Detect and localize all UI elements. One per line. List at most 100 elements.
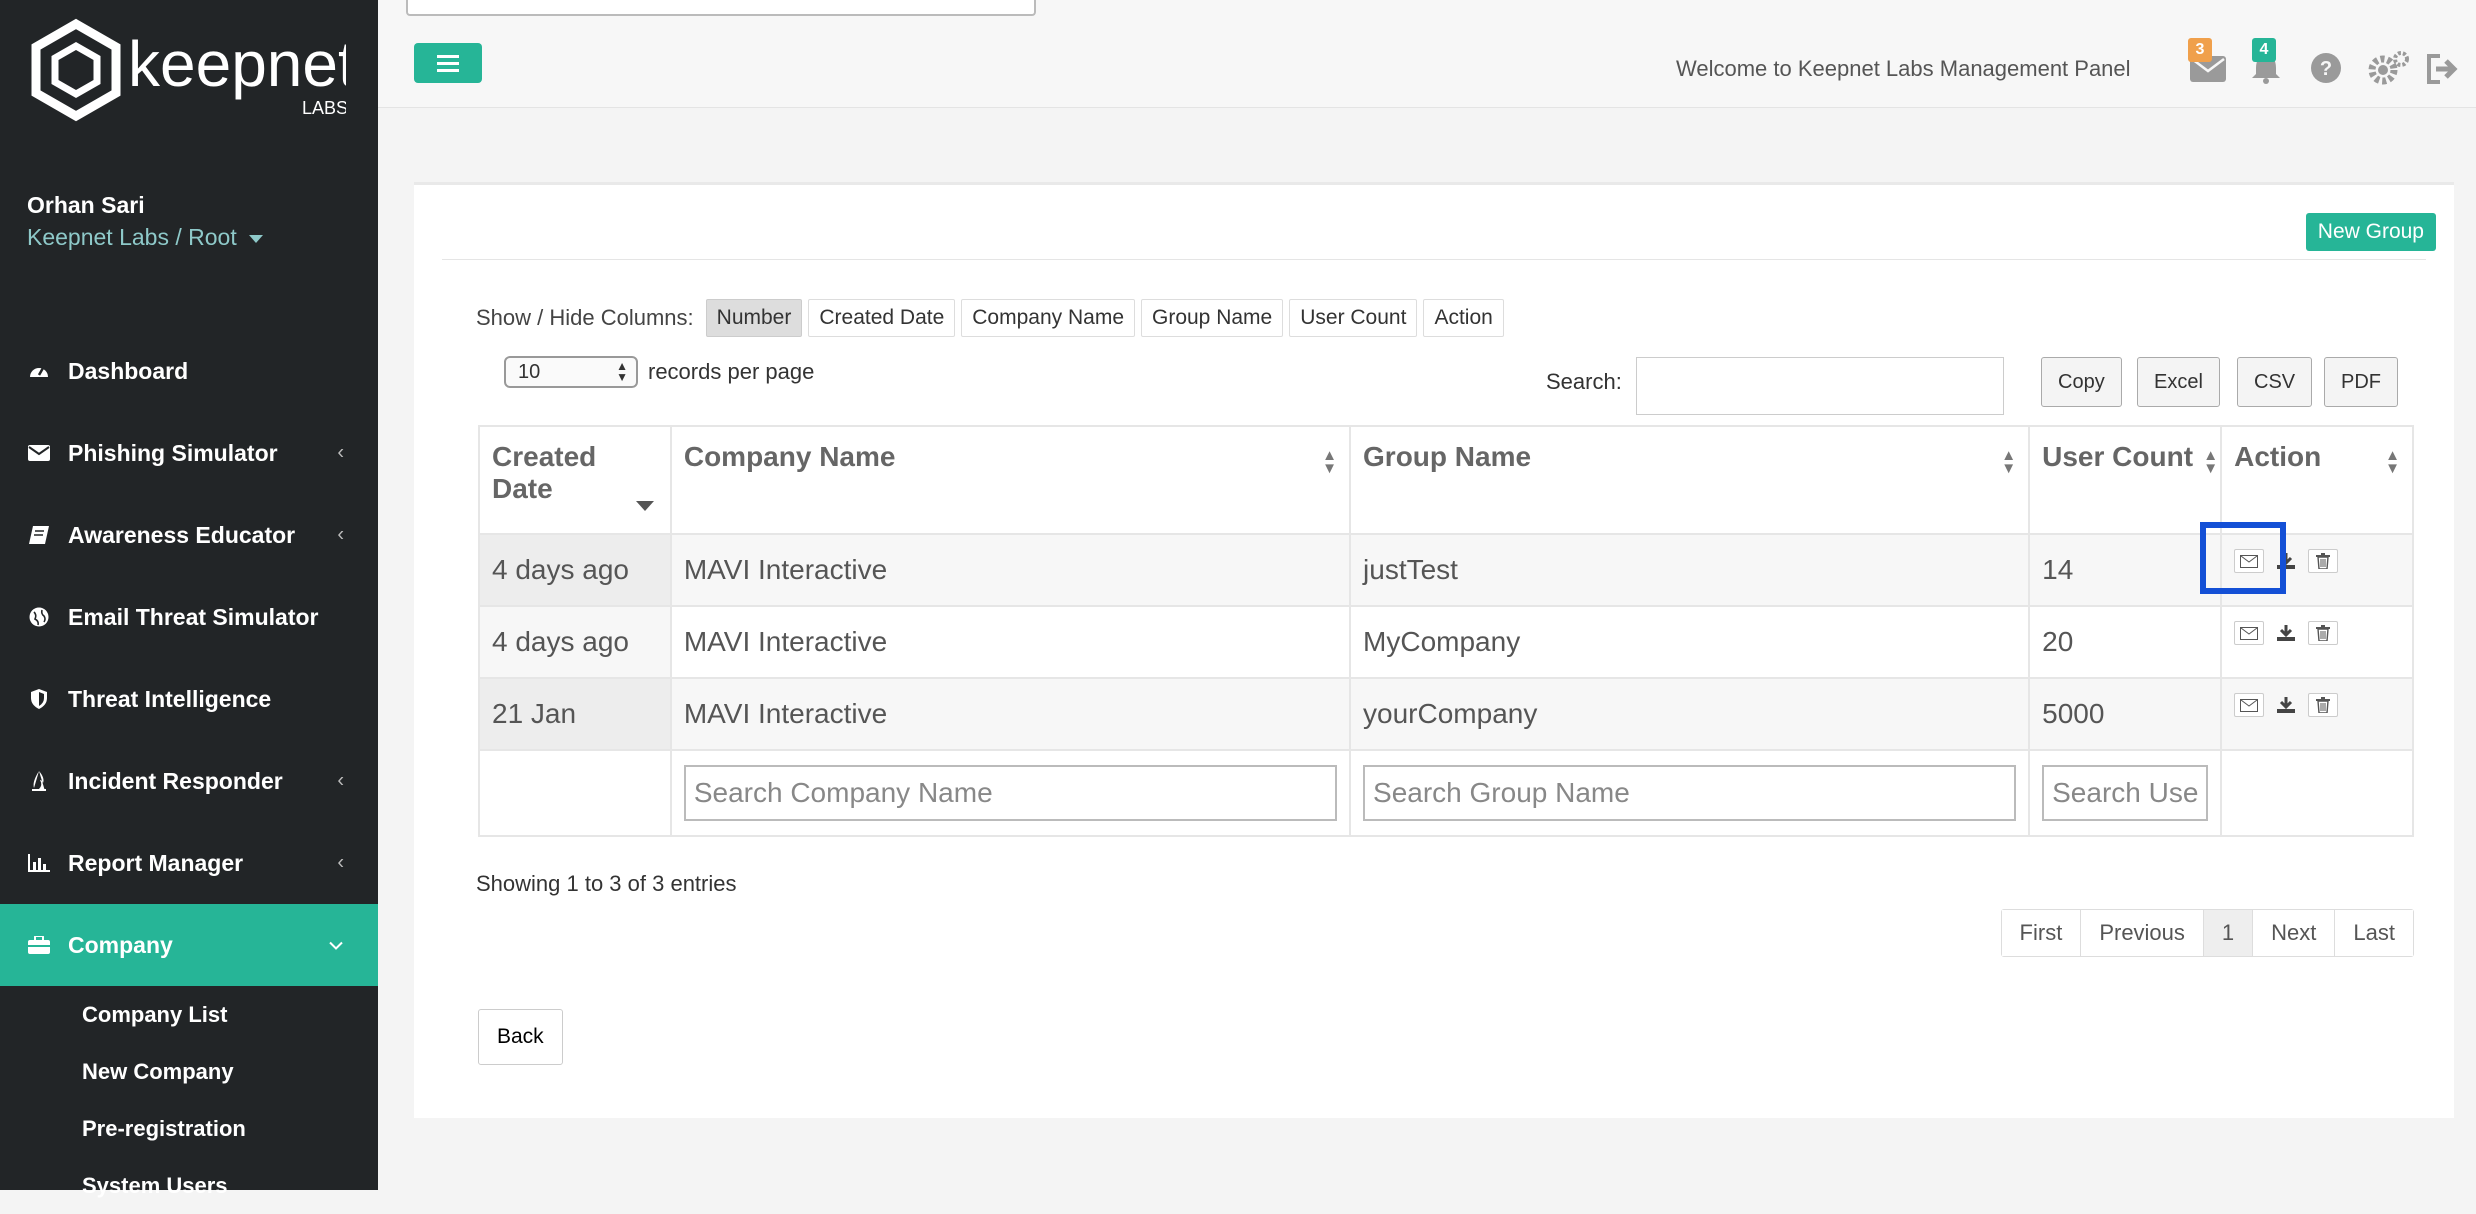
cell-group: MyCompany xyxy=(1349,605,2031,679)
sidebar-item-label: Report Manager xyxy=(68,849,244,876)
sidebar-item-company[interactable]: Company xyxy=(0,904,378,986)
toggle-column-company-name[interactable]: Company Name xyxy=(961,299,1135,337)
send-mail-button[interactable] xyxy=(2234,693,2265,717)
sort-icon: ▲ ▼ xyxy=(2001,447,2017,477)
filter-cell-group: Search Group Name xyxy=(1349,749,2031,837)
logout-button[interactable] xyxy=(2426,48,2462,86)
column-visibility-bar: Show / Hide Columns: Number Created Date… xyxy=(476,299,1504,337)
delete-button[interactable] xyxy=(2308,621,2339,645)
sidebar-item-email-threat-simulator[interactable]: Email Threat Simulator xyxy=(0,576,378,658)
cell-created: 4 days ago xyxy=(478,533,672,607)
filter-group-input[interactable]: Search Group Name xyxy=(1363,765,2017,821)
page-first-button[interactable]: First xyxy=(2001,910,2081,956)
sort-desc-icon xyxy=(635,501,654,511)
page-last-button[interactable]: Last xyxy=(2334,910,2413,956)
pdf-button[interactable]: PDF xyxy=(2324,357,2398,407)
subnav-company-list[interactable]: Company List xyxy=(0,986,378,1043)
toggle-column-created-date[interactable]: Created Date xyxy=(808,299,956,337)
header-group-name[interactable]: Group Name ▲ ▼ xyxy=(1349,425,2031,535)
sidebar-item-incident-responder[interactable]: Incident Responder ‹ xyxy=(0,740,378,822)
top-search-box[interactable] xyxy=(406,0,1036,16)
sort-icon: ▲ ▼ xyxy=(2385,447,2400,477)
page-next-button[interactable]: Next xyxy=(2252,910,2335,956)
csv-button[interactable]: CSV xyxy=(2237,357,2313,407)
filter-cell-empty xyxy=(2220,749,2414,837)
trash-icon xyxy=(2316,553,2331,569)
notifications-button[interactable]: 4 xyxy=(2250,38,2286,86)
sidebar-nav: Dashboard Phishing Simulator ‹ Awareness… xyxy=(0,330,378,1214)
filter-user-count-input[interactable]: Search Use xyxy=(2042,765,2209,821)
pagination: First Previous 1 Next Last xyxy=(2000,909,2414,957)
keepnet-logo[interactable]: keepnet LABS xyxy=(26,14,356,124)
toggle-column-action[interactable]: Action xyxy=(1423,299,1504,337)
sidebar-item-dashboard[interactable]: Dashboard xyxy=(0,330,378,412)
records-per-page-select[interactable]: 10 ▲ ▼ xyxy=(504,356,638,388)
sidebar-item-awareness-educator[interactable]: Awareness Educator ‹ xyxy=(0,494,378,576)
hamburger-icon xyxy=(437,55,459,72)
settings-button[interactable] xyxy=(2368,48,2409,86)
subnav-new-company[interactable]: New Company xyxy=(0,1043,378,1100)
chevron-left-icon: ‹ xyxy=(337,851,344,874)
page-current-button[interactable]: 1 xyxy=(2202,910,2253,956)
top-bar xyxy=(378,0,2476,108)
cell-created: 21 Jan xyxy=(478,677,672,751)
records-per-page-label: records per page xyxy=(648,359,815,384)
download-button[interactable] xyxy=(2274,693,2298,717)
back-button[interactable]: Back xyxy=(478,1009,563,1065)
messages-button[interactable]: 3 xyxy=(2188,38,2226,86)
cell-count: 14 xyxy=(2028,533,2223,607)
sidebar-item-report-manager[interactable]: Report Manager ‹ xyxy=(0,822,378,904)
cell-actions xyxy=(2220,605,2414,679)
cell-count: 20 xyxy=(2028,605,2223,679)
bar-chart-icon xyxy=(28,852,50,874)
groups-table: Created Date Company Name ▲ ▼ Group Name ▲ ▼ … xyxy=(478,425,2414,837)
sidebar-item-threat-intelligence[interactable]: Threat Intelligence xyxy=(0,658,378,740)
sort-icon: ▲ ▼ xyxy=(2203,447,2219,477)
records-per-page: 10 ▲ ▼ records per page xyxy=(504,356,814,388)
header-action[interactable]: Action ▲ ▼ xyxy=(2220,425,2414,535)
column-visibility-label: Show / Hide Columns: xyxy=(476,305,694,330)
cell-company: MAVI Interactive xyxy=(669,533,1352,607)
toggle-column-group-name[interactable]: Group Name xyxy=(1141,299,1284,337)
gears-icon xyxy=(2368,51,2409,85)
delete-button[interactable] xyxy=(2308,549,2339,573)
send-mail-button[interactable] xyxy=(2234,621,2265,645)
group-list-panel: New Group Show / Hide Columns: Number Cr… xyxy=(414,182,2454,1118)
trash-icon xyxy=(2316,625,2331,641)
table-search-input[interactable] xyxy=(1636,357,2004,415)
trash-icon xyxy=(2316,697,2331,713)
excel-button[interactable]: Excel xyxy=(2137,357,2220,407)
subnav-system-users[interactable]: System Users xyxy=(0,1157,378,1214)
header-company-name[interactable]: Company Name ▲ ▼ xyxy=(669,425,1352,535)
download-button[interactable] xyxy=(2274,621,2298,645)
messages-badge: 3 xyxy=(2188,38,2212,62)
copy-button[interactable]: Copy xyxy=(2041,357,2122,407)
header-created-date[interactable]: Created Date xyxy=(478,425,672,535)
select-arrows-icon: ▲ ▼ xyxy=(616,359,628,384)
toggle-column-number[interactable]: Number xyxy=(705,299,803,337)
table-row: 4 days ago MAVI Interactive justTest 14 xyxy=(478,533,2414,607)
page-previous-button[interactable]: Previous xyxy=(2080,910,2203,956)
delete-button[interactable] xyxy=(2308,693,2339,717)
envelope-icon xyxy=(2240,698,2259,712)
book-icon xyxy=(28,524,50,546)
cell-created: 4 days ago xyxy=(478,605,672,679)
menu-toggle-button[interactable] xyxy=(414,43,482,83)
panel-divider xyxy=(442,259,2426,260)
filter-company-input[interactable]: Search Company Name xyxy=(683,765,1338,821)
cell-company: MAVI Interactive xyxy=(669,605,1352,679)
new-group-button[interactable]: New Group xyxy=(2305,213,2436,251)
subnav-pre-registration[interactable]: Pre-registration xyxy=(0,1100,378,1157)
help-button[interactable]: ? xyxy=(2310,48,2346,86)
envelope-icon xyxy=(28,442,50,464)
cell-company: MAVI Interactive xyxy=(669,677,1352,751)
sidebar-item-label: Phishing Simulator xyxy=(68,439,278,466)
header-user-count[interactable]: User Count ▲ ▼ xyxy=(2028,425,2223,535)
sidebar-item-label: Incident Responder xyxy=(68,767,283,794)
download-icon xyxy=(2277,697,2296,713)
sort-icon: ▲ ▼ xyxy=(1322,447,1338,477)
sidebar-item-phishing-simulator[interactable]: Phishing Simulator ‹ xyxy=(0,412,378,494)
user-org-selector[interactable]: Keepnet Labs / Root xyxy=(27,224,263,251)
sidebar-item-label: Email Threat Simulator xyxy=(68,603,319,630)
toggle-column-user-count[interactable]: User Count xyxy=(1289,299,1418,337)
